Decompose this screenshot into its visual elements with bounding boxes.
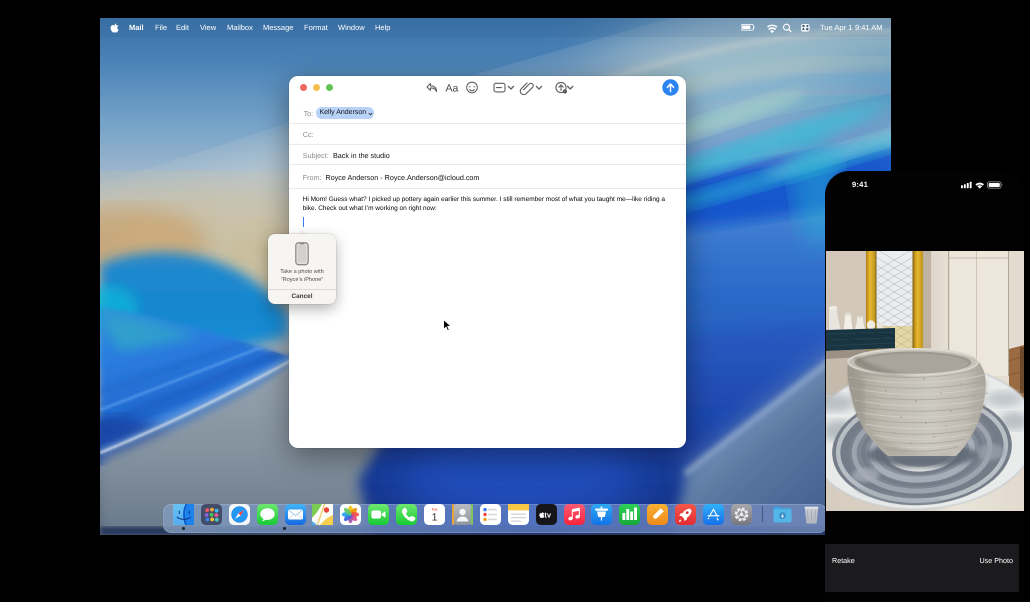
svg-text:Aa: Aa <box>446 83 459 95</box>
svg-text:tv: tv <box>544 510 551 519</box>
svg-text:1: 1 <box>432 511 438 523</box>
